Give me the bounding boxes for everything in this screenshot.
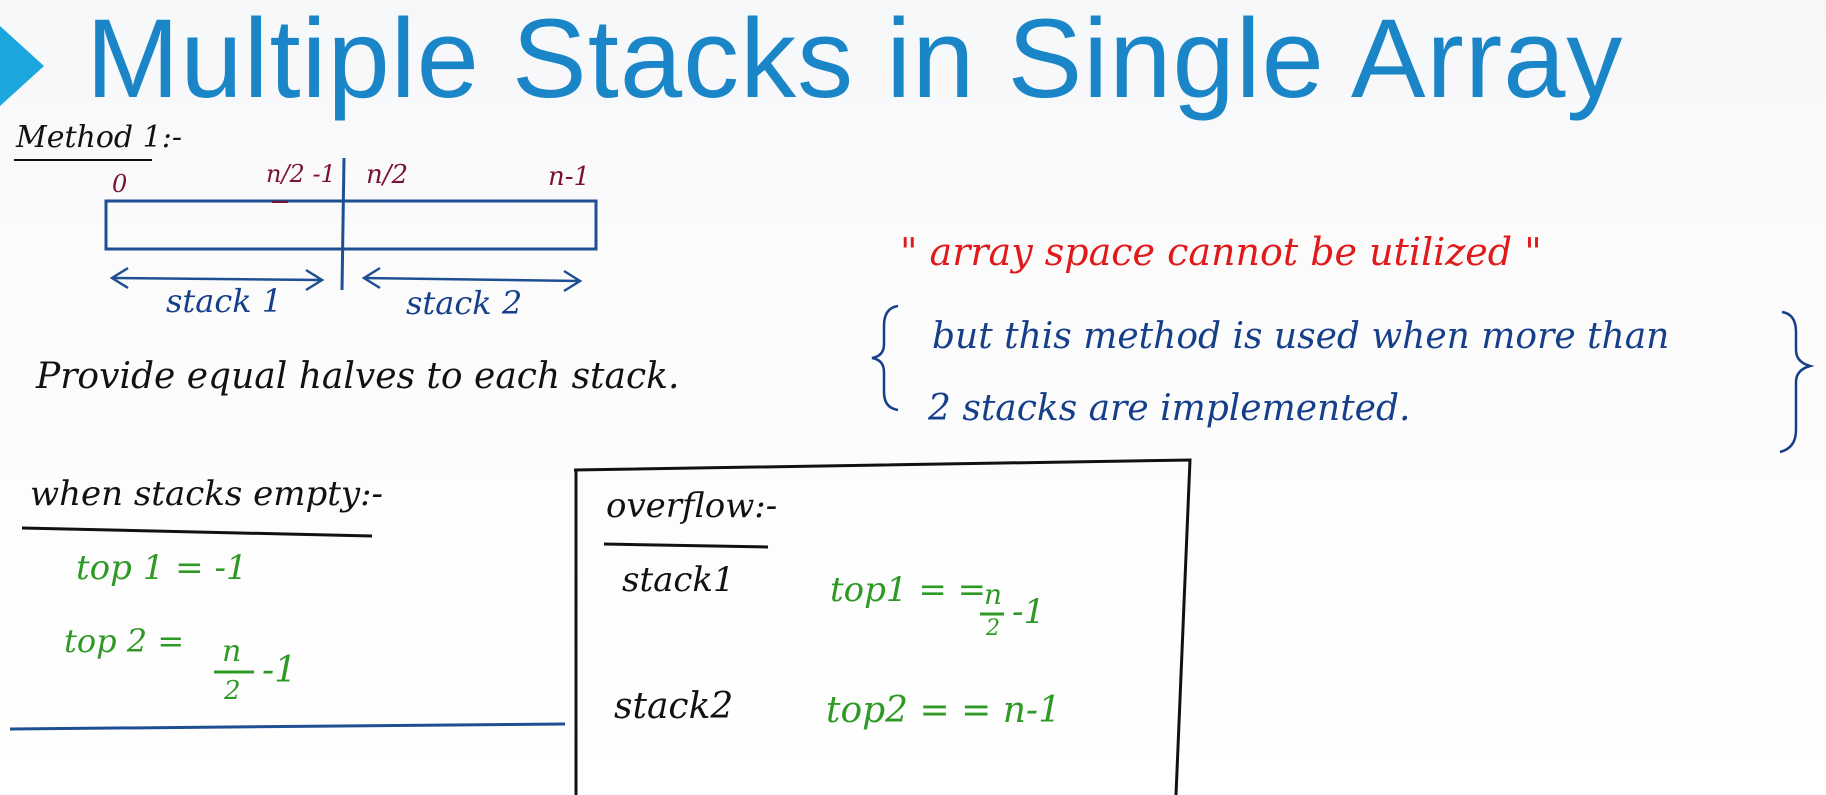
left-brace [871, 304, 899, 412]
empty-heading-underline [21, 526, 373, 538]
overflow-heading-underline [603, 542, 769, 549]
overflow-stack1-label: stack1 [622, 560, 735, 600]
note-line-2: 2 stacks are implemented. [928, 388, 1411, 429]
empty-top1: top 1 = -1 [76, 548, 248, 588]
stack2-label: stack 2 [406, 284, 523, 322]
index-mid-right-label: n/2 [366, 160, 409, 190]
overflow-heading: overflow:- [606, 486, 778, 526]
bottom-separator [9, 722, 566, 731]
stack1-label: stack 1 [166, 282, 283, 320]
empty-top2-fraction-den: 2 [224, 676, 241, 706]
stack1-arrow-line [111, 276, 323, 282]
index-end-label: n-1 [548, 162, 591, 192]
overflow-stack2-condition: top2 = = n-1 [826, 690, 1062, 731]
overflow-stack1-condition-suffix: -1 [1012, 592, 1046, 632]
array-rectangle [104, 199, 598, 251]
overflow-stack2-label: stack2 [614, 686, 734, 727]
empty-top2-prefix: top 2 = [64, 622, 185, 660]
method-description: Provide equal halves to each stack. [36, 356, 680, 397]
right-brace [1779, 310, 1815, 454]
empty-top2-fraction-num: n [222, 634, 242, 669]
index-start-label: 0 [112, 170, 128, 198]
empty-top2-suffix: -1 [262, 650, 298, 691]
index-mid-left-label: n/2 -1 [266, 160, 336, 188]
overflow-stack1-condition-prefix: top1 = = [830, 570, 987, 610]
note-quote: " array space cannot be utilized " [900, 230, 1542, 274]
empty-heading: when stacks empty:- [30, 474, 384, 514]
array-divider [340, 157, 346, 291]
overflow-stack1-fraction-den: 2 [986, 616, 1000, 641]
method-heading: Method 1:- [16, 120, 182, 155]
note-line-1: but this method is used when more than [932, 316, 1670, 357]
overflow-stack1-fraction-num: n [984, 578, 1003, 611]
stack2-arrow-line [363, 276, 581, 283]
